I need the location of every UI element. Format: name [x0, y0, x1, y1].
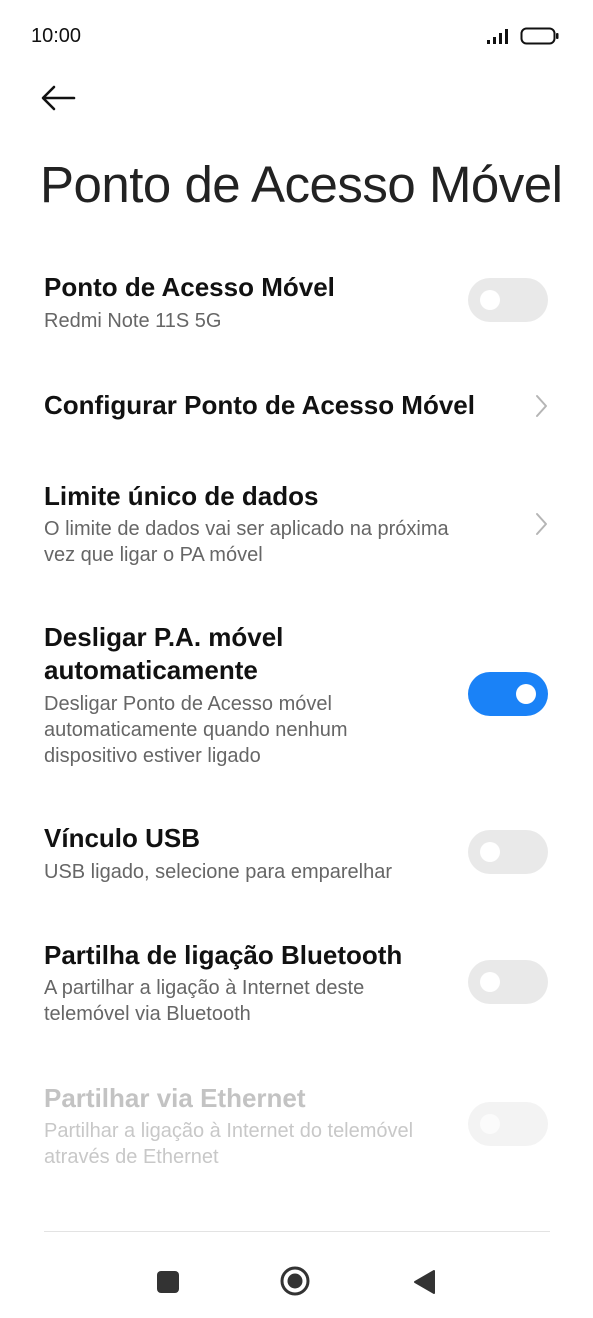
setting-data-limit[interactable]: Limite único de dados O limite de dados … [0, 478, 593, 573]
setting-usb-title: Vínculo USB [44, 823, 201, 853]
status-bar: 10:00 [0, 0, 593, 70]
bluetooth-tethering-toggle[interactable] [468, 960, 548, 1004]
setting-hotspot-title: Ponto de Acesso Móvel [44, 272, 335, 302]
setting-hotspot[interactable]: Ponto de Acesso Móvel Redmi Note 11S 5G [0, 265, 593, 345]
status-time: 10:00 [31, 25, 82, 47]
setting-ethernet-tethering: Partilhar via Ethernet Partilhar a ligaç… [0, 1080, 593, 1175]
setting-hotspot-subtitle: Redmi Note 11S 5G [44, 310, 222, 332]
setting-auto-off-subtitle-2: automaticamente quando nenhum [44, 719, 348, 741]
setting-auto-off-subtitle-3: dispositivo estiver ligado [44, 745, 261, 767]
divider [44, 1231, 550, 1232]
back-button[interactable] [38, 78, 88, 118]
setting-configure-hotspot[interactable]: Configurar Ponto de Acesso Móvel [0, 385, 593, 435]
setting-usb-tethering[interactable]: Vínculo USB USB ligado, selecione para e… [0, 820, 593, 890]
recents-square-icon[interactable] [157, 1271, 179, 1293]
toggle-knob [516, 684, 536, 704]
page-title: Ponto de Acesso Móvel [40, 156, 563, 213]
setting-auto-off-subtitle-1: Desligar Ponto de Acesso móvel [44, 693, 332, 715]
setting-ethernet-subtitle-1: Partilhar a ligação à Internet do telemó… [44, 1120, 414, 1142]
hotspot-toggle[interactable] [468, 278, 548, 322]
setting-data-limit-title: Limite único de dados [44, 481, 319, 511]
toggle-knob [480, 842, 500, 862]
setting-bluetooth-title: Partilha de ligação Bluetooth [44, 940, 403, 970]
chevron-right-icon [536, 395, 547, 417]
setting-auto-off[interactable]: Desligar P.A. móvel automaticamente Desl… [0, 619, 593, 774]
signal-bars-icon [487, 29, 508, 44]
setting-ethernet-title: Partilhar via Ethernet [44, 1083, 306, 1113]
battery-icon [520, 27, 559, 45]
toggle-knob [480, 290, 500, 310]
auto-off-toggle[interactable] [468, 672, 548, 716]
setting-bluetooth-tethering[interactable]: Partilha de ligação Bluetooth A partilha… [0, 937, 593, 1032]
setting-bluetooth-subtitle-2: telemóvel via Bluetooth [44, 1003, 251, 1025]
ethernet-tethering-toggle [468, 1102, 548, 1146]
setting-auto-off-title-1: Desligar P.A. móvel [44, 622, 284, 652]
setting-configure-title: Configurar Ponto de Acesso Móvel [44, 390, 475, 420]
toggle-knob [480, 1114, 500, 1134]
chevron-right-icon [536, 513, 547, 535]
setting-auto-off-title-2: automaticamente [44, 655, 258, 685]
toggle-knob [480, 972, 500, 992]
setting-data-limit-subtitle-1: O limite de dados vai ser aplicado na pr… [44, 518, 449, 540]
setting-bluetooth-subtitle-1: A partilhar a ligação à Internet deste [44, 977, 365, 999]
setting-ethernet-subtitle-2: através de Ethernet [44, 1146, 219, 1168]
setting-data-limit-subtitle-2: vez que ligar o PA móvel [44, 544, 263, 566]
back-triangle-icon[interactable] [412, 1269, 436, 1295]
arrow-left-icon [41, 85, 76, 111]
usb-tethering-toggle[interactable] [468, 830, 548, 874]
setting-usb-subtitle: USB ligado, selecione para emparelhar [44, 861, 392, 883]
home-circle-icon[interactable] [280, 1266, 310, 1296]
